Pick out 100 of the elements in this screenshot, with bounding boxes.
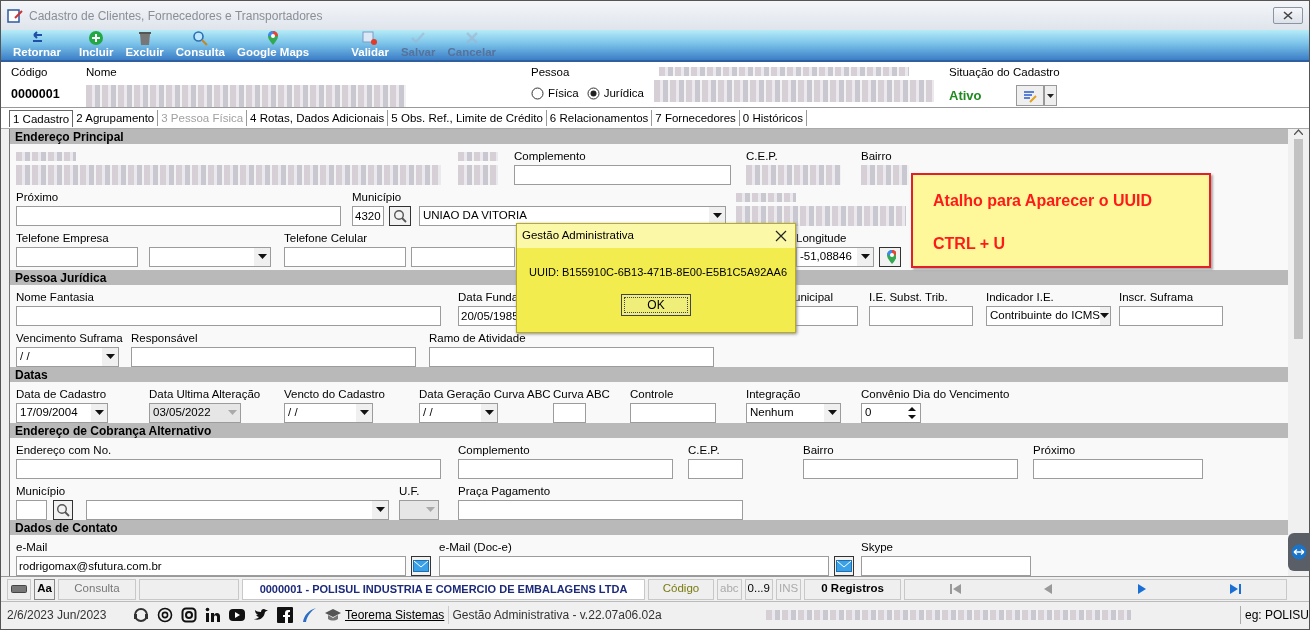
spin-field[interactable]: 0 xyxy=(861,402,921,423)
search-icon xyxy=(393,208,407,223)
search-button[interactable] xyxy=(53,499,73,520)
radio-option[interactable]: Jurídica xyxy=(586,85,644,103)
dropdown[interactable]: Nenhum xyxy=(746,402,841,423)
section-header: Endereço de Cobrança Alternativo xyxy=(10,423,1288,438)
input-field[interactable] xyxy=(131,346,416,367)
field-label: C.E.P. xyxy=(688,443,720,458)
headset-icon[interactable] xyxy=(133,606,149,623)
website-link[interactable]: Teorema Sistemas xyxy=(345,605,445,624)
input-field[interactable] xyxy=(16,458,441,479)
search-button[interactable] xyxy=(389,205,411,226)
blurred-label xyxy=(458,152,498,161)
input-field[interactable] xyxy=(16,305,441,326)
font-button[interactable]: Aa xyxy=(34,578,55,600)
dropdown[interactable] xyxy=(86,499,389,520)
youtube-icon[interactable] xyxy=(229,606,245,623)
radio-option[interactable]: Física xyxy=(531,85,579,103)
graduation-cap-icon[interactable] xyxy=(325,606,341,623)
dropdown[interactable]: -51,08846 xyxy=(796,246,874,267)
keyboard-button[interactable] xyxy=(7,578,31,600)
facebook-icon[interactable] xyxy=(277,606,293,623)
close-button[interactable] xyxy=(1273,7,1303,24)
dropdown[interactable]: / / xyxy=(284,402,373,423)
field-label: Praça Pagamento xyxy=(458,484,551,499)
dropdown[interactable] xyxy=(149,246,271,267)
input-field[interactable] xyxy=(514,164,731,185)
instagram-icon[interactable] xyxy=(181,606,197,623)
input-field[interactable] xyxy=(553,402,586,423)
input-field[interactable] xyxy=(16,205,341,226)
input-field[interactable] xyxy=(458,499,743,520)
field-label: Nome xyxy=(86,65,118,80)
radio-icon[interactable] xyxy=(531,87,544,101)
email-button[interactable] xyxy=(834,555,854,576)
bird-icon[interactable] xyxy=(253,606,269,623)
radio-icon[interactable] xyxy=(586,87,600,101)
spinner-arrows-icon xyxy=(908,405,916,420)
dropdown[interactable]: / / xyxy=(419,402,498,423)
blurred-label xyxy=(736,193,796,202)
field-label: I.E. Subst. Trib. xyxy=(869,290,948,305)
input-field[interactable] xyxy=(439,555,829,576)
tab[interactable]: 6 Relacionamentos xyxy=(546,110,653,126)
input-field[interactable] xyxy=(803,458,1018,479)
field-label: Vencimento Suframa xyxy=(16,331,123,346)
caret-icon xyxy=(827,410,837,416)
dropdown-button[interactable] xyxy=(1044,85,1057,107)
field-label: Inscr. Suframa xyxy=(1119,290,1194,305)
input-field[interactable] xyxy=(861,555,1031,576)
last-record-button[interactable] xyxy=(1228,584,1243,594)
caret-icon xyxy=(860,254,870,260)
field-label: Código xyxy=(11,65,49,80)
field-label: Complemento xyxy=(458,443,530,458)
input-field[interactable] xyxy=(688,458,743,479)
list-pencil-icon xyxy=(1022,88,1038,103)
map-button[interactable] xyxy=(879,246,901,267)
field-label: Convênio Dia do Vencimento xyxy=(861,387,1010,402)
version-text: Gestão Administrativa - v.22.07a06.02a xyxy=(448,605,662,624)
swoosh-icon[interactable] xyxy=(301,606,317,623)
input-field[interactable] xyxy=(16,246,138,267)
input-field[interactable]: 4320 xyxy=(352,205,384,226)
query-button[interactable]: Consulta xyxy=(58,578,136,600)
input-field[interactable] xyxy=(411,246,515,267)
field-label: Data Geração Curva ABC xyxy=(419,387,551,402)
close-icon xyxy=(775,230,787,242)
input-field[interactable] xyxy=(16,499,47,520)
caret-icon xyxy=(484,410,494,416)
field-label: Próximo xyxy=(16,190,59,205)
dropdown[interactable]: / / xyxy=(16,346,119,367)
user-text: eg: POLISU xyxy=(1239,605,1309,624)
dropdown[interactable]: 17/09/2004 xyxy=(16,402,108,423)
input-field[interactable] xyxy=(284,246,406,267)
scroll-up-icon[interactable] xyxy=(1293,129,1303,135)
input-field[interactable] xyxy=(429,346,714,367)
tab[interactable]: 4 Rotas, Dados Adicionais xyxy=(247,110,389,126)
field-label: Vencto do Cadastro xyxy=(284,387,385,402)
tab[interactable]: 7 Fornecedores xyxy=(652,110,740,126)
input-field[interactable] xyxy=(1119,305,1223,326)
triangle-icon xyxy=(1230,584,1241,594)
edit-button[interactable] xyxy=(1016,85,1044,107)
close-button[interactable] xyxy=(775,230,787,242)
input-field[interactable] xyxy=(630,402,716,423)
ok-button[interactable]: OK xyxy=(621,293,691,316)
input-field[interactable]: rodrigomax@sfutura.com.br xyxy=(16,555,406,576)
caret-icon xyxy=(257,254,267,260)
email-button[interactable] xyxy=(411,555,431,576)
input-field[interactable] xyxy=(794,305,858,326)
tab[interactable]: 1 Cadastro xyxy=(9,109,74,127)
caret-icon xyxy=(105,354,115,360)
input-field[interactable] xyxy=(1033,458,1203,479)
linkedin-icon[interactable] xyxy=(205,606,221,623)
tab[interactable]: 2 Agrupamento xyxy=(73,110,159,126)
dropdown[interactable]: Contribuinte do ICMS xyxy=(986,305,1111,326)
tab[interactable]: 0 Históricos xyxy=(739,110,807,126)
side-tab[interactable] xyxy=(1288,533,1310,571)
input-field[interactable] xyxy=(458,458,673,479)
tab[interactable]: 5 Obs. Ref., Limite de Crédito xyxy=(388,110,547,126)
sort-button[interactable]: Código xyxy=(648,578,714,600)
input-field[interactable] xyxy=(869,305,973,326)
caret-icon xyxy=(1047,93,1054,98)
field-label: Skype xyxy=(861,540,893,555)
